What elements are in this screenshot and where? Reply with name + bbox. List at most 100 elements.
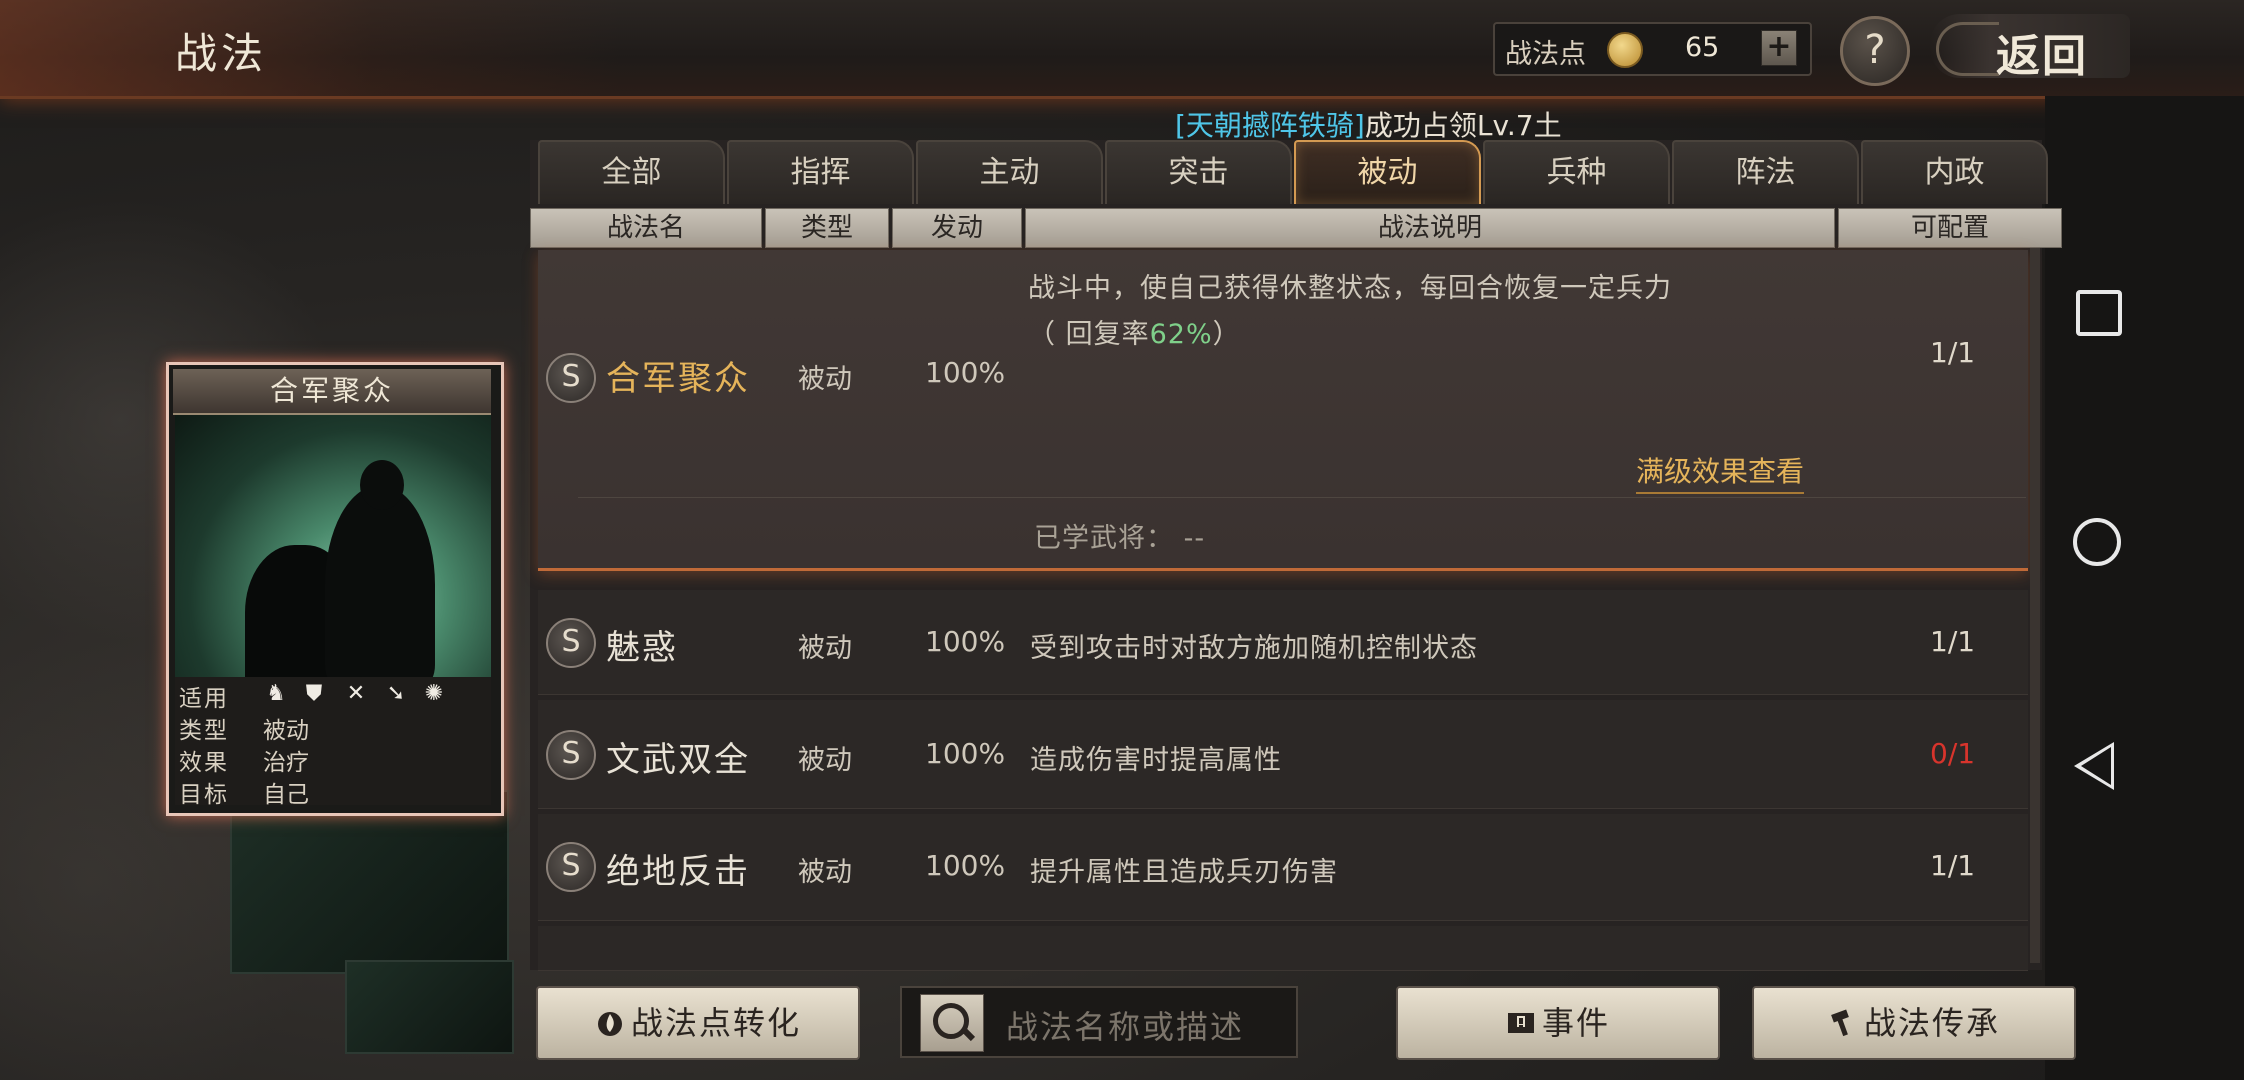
tab-formation[interactable]: 阵法 xyxy=(1672,140,1859,204)
event-icon xyxy=(1507,1013,1534,1033)
column-header-type[interactable]: 类型 xyxy=(765,208,889,248)
list-scrollbar[interactable] xyxy=(2030,248,2040,963)
learned-generals: 已学武将： -- xyxy=(1034,516,1205,555)
skill-row[interactable]: S 魅惑 被动 100% 受到攻击时对敌方施加随机控制状态 1/1 xyxy=(538,590,2028,695)
general-silhouette xyxy=(325,485,435,677)
card-row-applicable: 适用 ♞ ⛊ ✕ ➘ ✺ xyxy=(179,679,489,712)
skill-row-expanded[interactable]: S 合军聚众 被动 100% 战斗中，使自己获得休整状态，每回合恢复一定兵力 （… xyxy=(538,250,2028,571)
tab-command[interactable]: 指挥 xyxy=(727,140,914,204)
recovery-rate-value: 62% xyxy=(1149,319,1213,350)
tab-assault[interactable]: 突击 xyxy=(1105,140,1292,204)
notice-text: 成功占领Lv.7土 xyxy=(1364,109,1562,142)
home-icon[interactable] xyxy=(2073,518,2121,566)
skill-config-count: 0/1 xyxy=(1930,737,1976,770)
skill-type: 被动 xyxy=(798,857,852,888)
skill-trigger-rate: 100% xyxy=(925,849,1006,882)
skill-name: 文武双全 xyxy=(606,740,750,780)
skill-config-count: 1/1 xyxy=(1930,336,1976,369)
skill-trigger-rate: 100% xyxy=(925,356,1006,389)
s-rank-icon: S xyxy=(546,353,596,403)
card-key: 效果 xyxy=(179,750,229,776)
tab-active[interactable]: 主动 xyxy=(916,140,1103,204)
card-key: 目标 xyxy=(179,782,229,808)
top-bar: 战法 战法点 65 + ? 返回 xyxy=(0,0,2244,99)
bow-icon: ✕ xyxy=(346,681,366,706)
convert-skill-points-label: 战法点转化 xyxy=(630,1004,801,1042)
skill-card: 合军聚众 适用 ♞ ⛊ ✕ ➘ ✺ 类型 被动 效果 治疗 目标 自己 xyxy=(166,362,504,816)
card-back xyxy=(230,790,509,974)
add-skill-points-button[interactable]: + xyxy=(1761,30,1797,66)
skill-config-count: 1/1 xyxy=(1930,625,1976,658)
skill-point-coin-icon xyxy=(1607,32,1643,68)
hammer-icon xyxy=(1831,1009,1849,1037)
skill-row-partial[interactable] xyxy=(538,926,2028,971)
row-divider xyxy=(578,497,2026,498)
skill-description: 提升属性且造成兵刃伤害 xyxy=(1030,857,1338,888)
skill-points-display: 战法点 65 + xyxy=(1493,22,1812,76)
page-title: 战法 xyxy=(175,29,268,78)
unit-type-icons: ♞ ⛊ ✕ ➘ ✺ xyxy=(263,681,463,709)
full-level-effect-link[interactable]: 满级效果查看 xyxy=(1636,450,1805,494)
skill-points-label: 战法点 xyxy=(1505,39,1586,70)
column-header-name[interactable]: 战法名 xyxy=(530,208,762,248)
help-button[interactable]: ? xyxy=(1840,16,1910,86)
top-bar-glow xyxy=(0,0,620,96)
column-header-config[interactable]: 可配置 xyxy=(1838,208,2062,248)
tab-troop[interactable]: 兵种 xyxy=(1483,140,1670,204)
skill-description: 受到攻击时对敌方施加随机控制状态 xyxy=(1030,633,1478,664)
card-title: 合军聚众 xyxy=(173,369,491,415)
back-button[interactable]: 返回 xyxy=(1930,14,2130,82)
s-rank-icon: S xyxy=(546,730,596,780)
skill-name: 魅惑 xyxy=(606,628,678,668)
skill-inherit-button[interactable]: 战法传承 xyxy=(1752,986,2076,1060)
card-row-target: 目标 自己 xyxy=(179,775,489,808)
event-label: 事件 xyxy=(1541,1004,1610,1042)
search-field[interactable]: 战法名称或描述 xyxy=(900,986,1298,1058)
card-key: 类型 xyxy=(179,718,229,744)
spear-icon: ➘ xyxy=(386,681,406,706)
back-button-label: 返回 xyxy=(1996,31,2088,82)
skill-type: 被动 xyxy=(798,364,852,395)
card-row-effect: 效果 治疗 xyxy=(179,743,489,776)
skill-row[interactable]: S 绝地反击 被动 100% 提升属性且造成兵刃伤害 1/1 xyxy=(538,814,2028,921)
card-key: 适用 xyxy=(179,686,229,712)
skill-row[interactable]: S 文武双全 被动 100% 造成伤害时提高属性 0/1 xyxy=(538,700,2028,809)
skill-type: 被动 xyxy=(798,745,852,776)
shield-icon: ⛊ xyxy=(305,681,323,706)
tab-all[interactable]: 全部 xyxy=(538,140,725,204)
card-value: 自己 xyxy=(263,782,309,808)
android-nav-bar xyxy=(2045,96,2244,1080)
nav-back-icon-inner xyxy=(2081,747,2111,785)
event-button[interactable]: 事件 xyxy=(1396,986,1720,1060)
skill-name: 绝地反击 xyxy=(606,852,750,892)
skill-type: 被动 xyxy=(798,633,852,664)
learned-generals-value: -- xyxy=(1183,523,1206,554)
search-input[interactable]: 战法名称或描述 xyxy=(1006,1002,1244,1048)
card-value: 被动 xyxy=(263,718,309,744)
convert-skill-points-button[interactable]: 战法点转化 xyxy=(536,986,860,1060)
card-value: 治疗 xyxy=(263,750,309,776)
learned-generals-label: 已学武将： xyxy=(1034,523,1174,554)
recovery-rate-label: （ 回复率 xyxy=(1028,319,1150,350)
skill-description-line1: 战斗中，使自己获得休整状态，每回合恢复一定兵力 xyxy=(1028,273,1672,304)
skill-inherit-label: 战法传承 xyxy=(1863,1004,2000,1042)
recent-apps-icon[interactable] xyxy=(2076,290,2122,336)
recovery-rate-suffix: ） xyxy=(1212,319,1241,350)
card-info: 适用 ♞ ⛊ ✕ ➘ ✺ 类型 被动 效果 治疗 目标 自己 xyxy=(175,677,491,808)
search-button[interactable] xyxy=(920,994,984,1052)
s-rank-icon: S xyxy=(546,842,596,892)
column-header-description: 战法说明 xyxy=(1025,208,1835,248)
tab-internal-affairs[interactable]: 内政 xyxy=(1861,140,2048,204)
back-ornament-icon xyxy=(1936,22,1999,76)
card-back xyxy=(345,960,514,1054)
card-row-type: 类型 被动 xyxy=(179,711,489,744)
skill-name: 合军聚众 xyxy=(606,359,750,399)
cavalry-icon: ♞ xyxy=(266,681,286,706)
card-artwork xyxy=(175,415,491,677)
flame-icon xyxy=(597,1012,622,1036)
skill-description: 造成伤害时提高属性 xyxy=(1030,745,1282,776)
notice-highlight: [天朝撼阵铁骑] xyxy=(1175,109,1365,142)
search-icon-handle xyxy=(960,1026,976,1042)
column-header-trigger[interactable]: 发动 xyxy=(892,208,1022,248)
tab-passive[interactable]: 被动 xyxy=(1294,140,1481,204)
